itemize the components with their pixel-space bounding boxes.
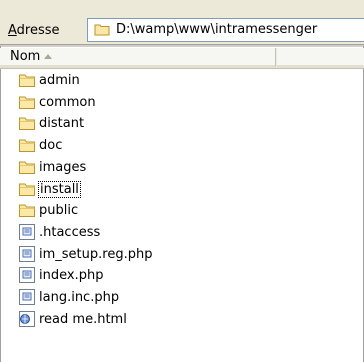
column-header-label: Nom: [10, 49, 41, 64]
file-name: lang.inc.php: [39, 290, 120, 305]
address-path: D:\wamp\www\intramessenger: [116, 22, 318, 37]
list-header: Nom: [0, 48, 364, 69]
separator: [0, 44, 364, 47]
column-header-name[interactable]: Nom: [0, 48, 276, 68]
folder-icon: [18, 94, 36, 110]
address-bar: Adresse D:\wamp\www\intramessenger: [0, 0, 364, 44]
file-list: admin common distant doc images install public…: [0, 70, 364, 362]
list-item[interactable]: lang.inc.php: [18, 287, 268, 307]
column-header-next[interactable]: [277, 48, 364, 68]
file-name: public: [39, 203, 79, 219]
list-item[interactable]: install: [18, 179, 268, 199]
folder-icon: [18, 181, 36, 197]
folder-icon: [94, 24, 110, 36]
folder-icon: [18, 137, 36, 153]
list-item[interactable]: common: [18, 92, 268, 112]
folder-icon: [18, 72, 36, 88]
list-item[interactable]: im_setup.reg.php: [18, 244, 268, 264]
list-item[interactable]: public: [18, 200, 268, 220]
folder-icon: [18, 115, 36, 131]
folder-icon: [18, 159, 36, 175]
file-name: admin: [39, 73, 80, 88]
file-name: read me.html: [39, 311, 127, 327]
list-item[interactable]: index.php: [18, 265, 268, 285]
text-file-icon: [18, 267, 36, 284]
html-file-icon: [18, 310, 36, 327]
list-item[interactable]: .htaccess: [18, 222, 268, 242]
file-name: im_setup.reg.php: [39, 246, 153, 262]
file-name: doc: [39, 138, 63, 154]
file-name: images: [39, 159, 87, 175]
file-name: install: [38, 180, 81, 198]
text-file-icon: [18, 223, 36, 240]
file-name: .htaccess: [39, 224, 101, 240]
list-item[interactable]: doc: [18, 135, 268, 155]
file-name: index.php: [39, 268, 104, 284]
address-label: Adresse: [8, 23, 60, 38]
list-item[interactable]: admin: [18, 70, 268, 90]
list-item[interactable]: images: [18, 157, 268, 177]
folder-icon: [18, 202, 36, 218]
address-input[interactable]: D:\wamp\www\intramessenger: [87, 18, 364, 42]
list-item[interactable]: distant: [18, 113, 268, 133]
file-name: common: [39, 94, 96, 110]
list-item[interactable]: read me.html: [18, 309, 268, 329]
sort-ascending-icon: [44, 54, 52, 59]
file-name: distant: [39, 116, 85, 132]
text-file-icon: [18, 245, 36, 262]
text-file-icon: [18, 289, 36, 305]
